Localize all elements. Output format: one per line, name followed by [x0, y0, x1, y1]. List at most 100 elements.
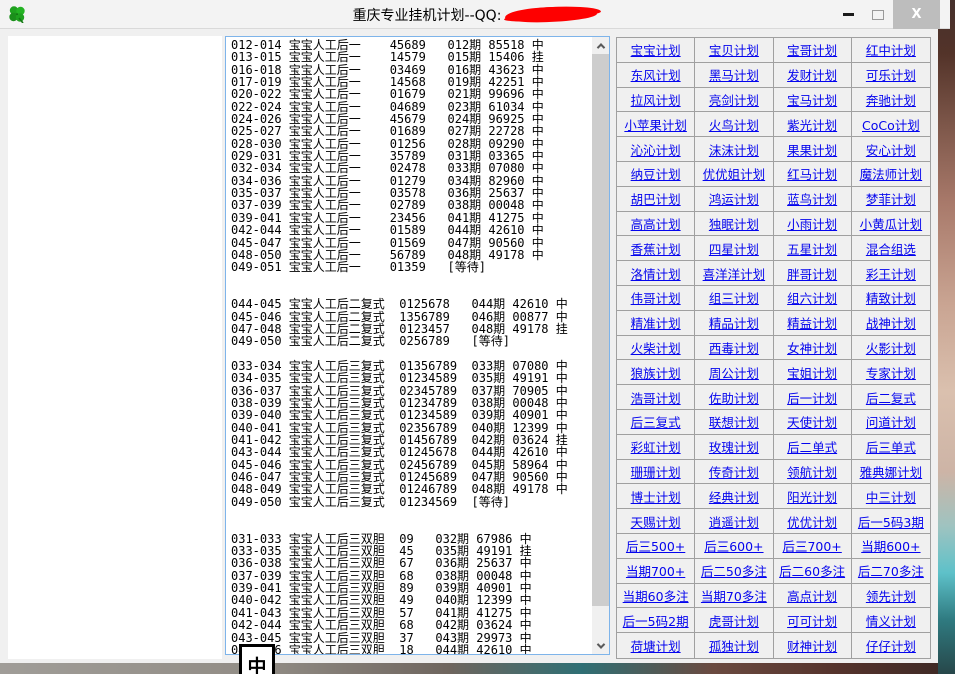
plan-link[interactable]: 精准计划 [631, 313, 681, 332]
plan-link[interactable]: 优优计划 [787, 512, 837, 531]
plan-link[interactable]: 组六计划 [787, 288, 837, 307]
plan-link[interactable]: 后三复式 [631, 412, 681, 431]
plan-link[interactable]: 洛情计划 [631, 264, 681, 283]
plan-link[interactable]: 博士计划 [631, 487, 681, 506]
plan-link[interactable]: 高高计划 [631, 214, 681, 233]
plan-link[interactable]: 后二50多注 [701, 561, 767, 580]
plan-link[interactable]: 红马计划 [787, 164, 837, 183]
plan-link[interactable]: 浩哥计划 [631, 388, 681, 407]
plan-link[interactable]: 宝哥计划 [787, 40, 837, 59]
plan-link[interactable]: 胡巴计划 [631, 189, 681, 208]
scrollbar-thumb[interactable] [592, 54, 609, 606]
maximize-button[interactable] [863, 0, 893, 29]
plan-link[interactable]: 玫瑰计划 [709, 437, 759, 456]
plan-link[interactable]: 宝宝计划 [631, 40, 681, 59]
plan-link[interactable]: 孤独计划 [709, 636, 759, 655]
plan-link[interactable]: 雅典娜计划 [860, 462, 923, 481]
plan-link[interactable]: 当期70多注 [701, 586, 767, 605]
plan-link[interactable]: 阳光计划 [787, 487, 837, 506]
scroll-down-button[interactable] [592, 637, 609, 654]
plan-link[interactable]: 黑马计划 [709, 65, 759, 84]
plan-log-textarea[interactable]: 012-014 宝宝人工后一 45689 012期 85518 中 013-01… [225, 36, 610, 655]
plan-link[interactable]: 彩虹计划 [631, 437, 681, 456]
plan-link[interactable]: 彩王计划 [866, 264, 916, 283]
plan-link[interactable]: 火鸟计划 [709, 115, 759, 134]
plan-link[interactable]: 小苹果计划 [624, 115, 687, 134]
plan-link[interactable]: 领航计划 [787, 462, 837, 481]
plan-link[interactable]: 鸿运计划 [709, 189, 759, 208]
plan-link[interactable]: 精益计划 [787, 313, 837, 332]
plan-link[interactable]: 小黄瓜计划 [860, 214, 923, 233]
plan-link[interactable]: 后三单式 [866, 437, 916, 456]
plan-link[interactable]: 后二复式 [866, 388, 916, 407]
plan-link[interactable]: 狼族计划 [631, 363, 681, 382]
plan-link[interactable]: 火柴计划 [631, 338, 681, 357]
plan-link[interactable]: 亮剑计划 [709, 90, 759, 109]
plan-link[interactable]: 东风计划 [631, 65, 681, 84]
plan-link[interactable]: 梦菲计划 [866, 189, 916, 208]
plan-link[interactable]: 纳豆计划 [631, 164, 681, 183]
plan-link[interactable]: 后一5码3期 [858, 512, 924, 531]
plan-link[interactable]: 后三500+ [626, 536, 685, 555]
close-button[interactable]: X [893, 0, 940, 29]
plan-link[interactable]: 香蕉计划 [631, 239, 681, 258]
plan-link[interactable]: 喜洋洋计划 [703, 264, 766, 283]
plan-link[interactable]: 沁沁计划 [631, 140, 681, 159]
plan-link[interactable]: 沫沫计划 [709, 140, 759, 159]
plan-link[interactable]: 荷塘计划 [631, 636, 681, 655]
plan-link[interactable]: 中三计划 [866, 487, 916, 506]
plan-link[interactable]: 后三600+ [704, 536, 763, 555]
plan-link[interactable]: 蓝鸟计划 [787, 189, 837, 208]
plan-link[interactable]: 后三700+ [782, 536, 841, 555]
plan-link[interactable]: 当期600+ [861, 536, 920, 555]
plan-link[interactable]: 独眠计划 [709, 214, 759, 233]
plan-link[interactable]: 经典计划 [709, 487, 759, 506]
plan-link[interactable]: 天赐计划 [631, 512, 681, 531]
plan-link[interactable]: 逍遥计划 [709, 512, 759, 531]
scrollbar[interactable] [592, 37, 609, 654]
plan-link[interactable]: 珊珊计划 [631, 462, 681, 481]
plan-link[interactable]: 紫光计划 [787, 115, 837, 134]
plan-link[interactable]: 问道计划 [866, 412, 916, 431]
plan-link[interactable]: 精致计划 [866, 288, 916, 307]
plan-link[interactable]: 安心计划 [866, 140, 916, 159]
plan-link[interactable]: 红中计划 [866, 40, 916, 59]
plan-link[interactable]: 奔驰计划 [866, 90, 916, 109]
plan-link[interactable]: 组三计划 [709, 288, 759, 307]
plan-link[interactable]: 专家计划 [866, 363, 916, 382]
plan-link[interactable]: 火影计划 [866, 338, 916, 357]
plan-link[interactable]: 胖哥计划 [787, 264, 837, 283]
plan-link[interactable]: 混合组选 [866, 239, 916, 258]
plan-link[interactable]: 宝贝计划 [709, 40, 759, 59]
scroll-up-button[interactable] [592, 37, 609, 54]
plan-link[interactable]: 仔仔计划 [866, 636, 916, 655]
plan-link[interactable]: 宝姐计划 [787, 363, 837, 382]
plan-link[interactable]: 伟哥计划 [631, 288, 681, 307]
plan-link[interactable]: 战神计划 [866, 313, 916, 332]
plan-link[interactable]: 情义计划 [866, 611, 916, 630]
plan-link[interactable]: 周公计划 [709, 363, 759, 382]
plan-link[interactable]: 后二单式 [787, 437, 837, 456]
minimize-button[interactable] [833, 0, 863, 29]
plan-link[interactable]: 后二60多注 [779, 561, 845, 580]
plan-link[interactable]: 果果计划 [787, 140, 837, 159]
plan-link[interactable]: 领先计划 [866, 586, 916, 605]
plan-link[interactable]: 魔法师计划 [860, 164, 923, 183]
plan-link[interactable]: 可可计划 [787, 611, 837, 630]
plan-link[interactable]: 西毒计划 [709, 338, 759, 357]
plan-link[interactable]: 当期60多注 [623, 586, 689, 605]
plan-link[interactable]: 小雨计划 [787, 214, 837, 233]
plan-link[interactable]: 后一5码2期 [623, 611, 689, 630]
plan-link[interactable]: 五星计划 [787, 239, 837, 258]
plan-link[interactable]: 拉风计划 [631, 90, 681, 109]
plan-link[interactable]: 佐助计划 [709, 388, 759, 407]
plan-link[interactable]: 后一计划 [787, 388, 837, 407]
plan-link[interactable]: 发财计划 [787, 65, 837, 84]
plan-link[interactable]: 优优姐计划 [703, 164, 766, 183]
plan-link[interactable]: 精品计划 [709, 313, 759, 332]
plan-link[interactable]: 联想计划 [709, 412, 759, 431]
plan-link[interactable]: 财神计划 [787, 636, 837, 655]
plan-link[interactable]: 传奇计划 [709, 462, 759, 481]
plan-link[interactable]: 宝马计划 [787, 90, 837, 109]
plan-link[interactable]: CoCo计划 [862, 115, 920, 134]
